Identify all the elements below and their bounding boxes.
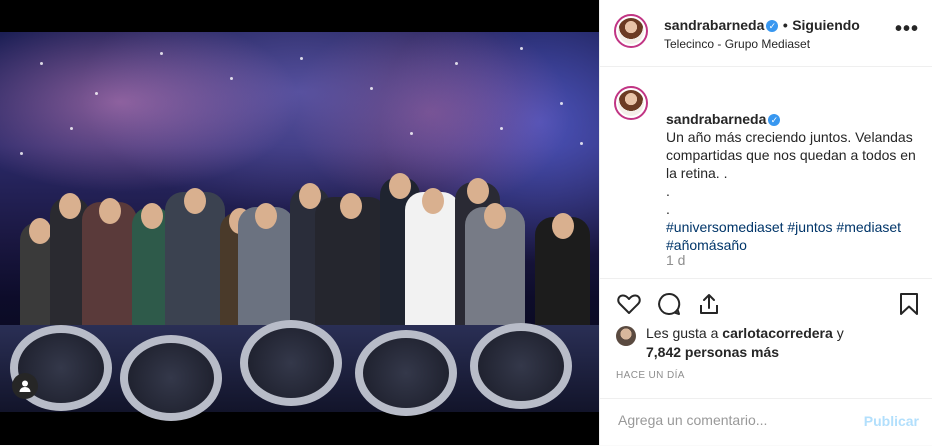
stage-floor (0, 320, 599, 421)
post-header: sandrabarneda ✓ • Siguiendo Telecinco - G… (600, 0, 932, 67)
stage-light-ring (355, 330, 457, 416)
share-icon[interactable] (696, 291, 722, 317)
verified-badge-icon: ✓ (768, 114, 781, 127)
likes-conjunction: y (836, 325, 844, 341)
heart-icon[interactable] (616, 291, 642, 317)
caption-time: 1 d (666, 252, 686, 268)
separator-dot: • (782, 17, 788, 33)
author-avatar[interactable] (614, 14, 648, 48)
liker-avatar[interactable] (616, 326, 636, 346)
post-side-panel: sandrabarneda ✓ • Siguiendo Telecinco - G… (599, 0, 932, 445)
caption-hashtags[interactable]: #universomediaset #juntos #mediaset #año… (666, 219, 901, 253)
bookmark-icon[interactable] (896, 291, 922, 317)
verified-badge-icon: ✓ (766, 19, 779, 32)
caption-username[interactable]: sandrabarneda (666, 111, 766, 127)
post-photo[interactable] (0, 0, 599, 445)
stage-light-ring (240, 320, 342, 406)
caption-avatar[interactable] (614, 86, 648, 120)
post-location[interactable]: Telecinco - Grupo Mediaset (664, 37, 810, 51)
following-button[interactable]: Siguiendo (792, 17, 860, 33)
author-username[interactable]: sandrabarneda (664, 17, 764, 33)
stage-light-ring (120, 335, 222, 421)
comment-input[interactable] (616, 411, 850, 429)
post-actions (600, 278, 932, 329)
liker-username[interactable]: carlotacorredera (722, 325, 833, 341)
caption-text: Un año más creciendo juntos. Velandas co… (666, 129, 916, 217)
post-timestamp[interactable]: HACE UN DÍA (616, 370, 685, 381)
likes-count[interactable]: 7,842 personas más (646, 344, 779, 360)
likes-prefix: Les gusta a (646, 325, 719, 341)
comment-box: Publicar (600, 398, 932, 446)
user-tag-icon[interactable] (12, 373, 38, 399)
comment-icon[interactable] (656, 291, 682, 317)
stage-light-ring (470, 323, 572, 409)
more-options-icon[interactable]: ••• (895, 18, 919, 41)
publish-button[interactable]: Publicar (864, 413, 919, 429)
